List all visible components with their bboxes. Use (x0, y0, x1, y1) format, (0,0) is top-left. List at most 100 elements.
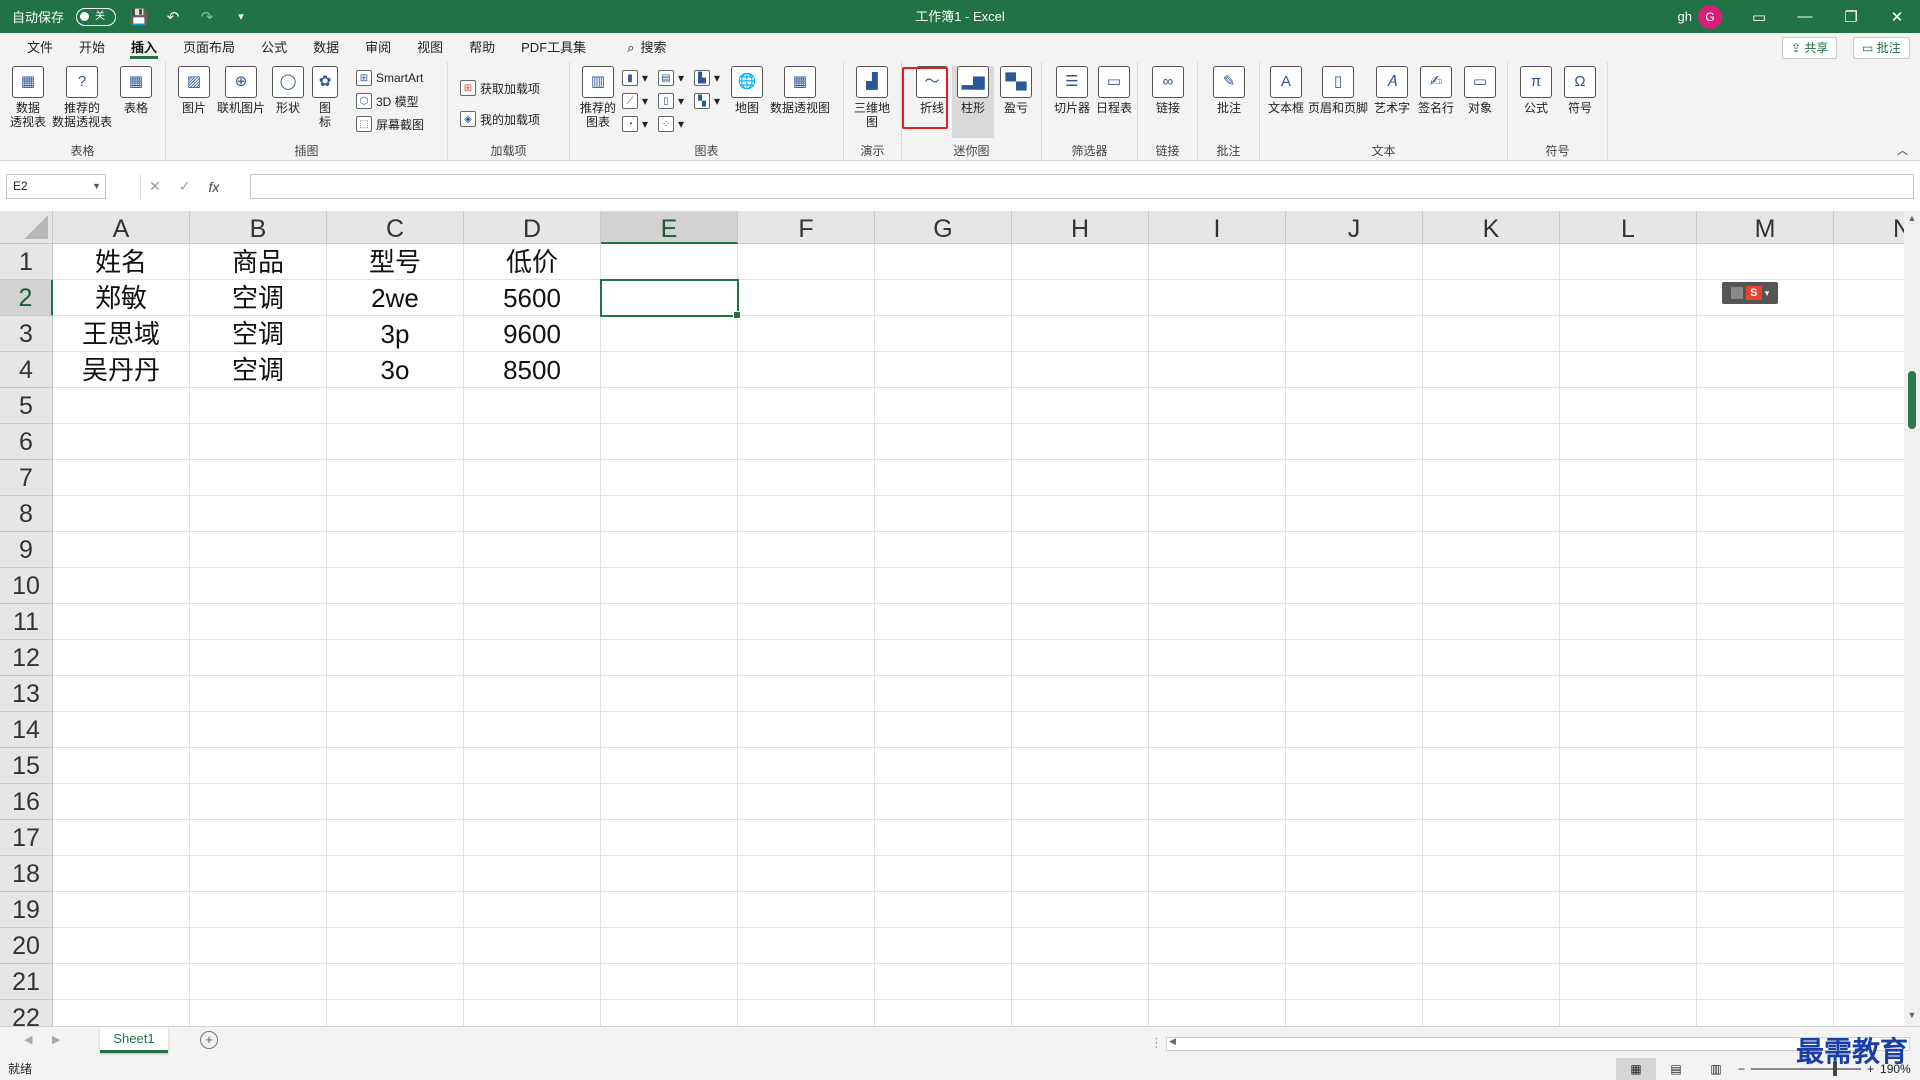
cell-e13[interactable] (601, 676, 738, 712)
column-header-l[interactable]: L (1560, 211, 1697, 244)
cell-m17[interactable] (1697, 820, 1834, 856)
name-box[interactable]: E2 ▼ (6, 174, 106, 199)
cell-i22[interactable] (1149, 1000, 1286, 1026)
cell-k3[interactable] (1423, 316, 1560, 352)
cell-a16[interactable] (53, 784, 190, 820)
cell-l12[interactable] (1560, 640, 1697, 676)
cell-l9[interactable] (1560, 532, 1697, 568)
cell-c15[interactable] (327, 748, 464, 784)
cell-b20[interactable] (190, 928, 327, 964)
cell-l14[interactable] (1560, 712, 1697, 748)
cell-l1[interactable] (1560, 244, 1697, 280)
column-header-c[interactable]: C (327, 211, 464, 244)
cell-h12[interactable] (1012, 640, 1149, 676)
avatar[interactable]: G (1698, 4, 1722, 29)
cell-h5[interactable] (1012, 388, 1149, 424)
cell-g12[interactable] (875, 640, 1012, 676)
3d-model-button[interactable]: ⬡ 3D 模型 (356, 91, 419, 111)
cell-i9[interactable] (1149, 532, 1286, 568)
cell-k19[interactable] (1423, 892, 1560, 928)
cell-f6[interactable] (738, 424, 875, 460)
cell-m14[interactable] (1697, 712, 1834, 748)
cancel-icon[interactable]: ✕ (149, 178, 161, 195)
row-header-10[interactable]: 10 (0, 568, 53, 604)
cell-c20[interactable] (327, 928, 464, 964)
cell-e6[interactable] (601, 424, 738, 460)
cell-e5[interactable] (601, 388, 738, 424)
formula-input[interactable] (250, 174, 1914, 199)
cell-g15[interactable] (875, 748, 1012, 784)
cell-i19[interactable] (1149, 892, 1286, 928)
cell-k21[interactable] (1423, 964, 1560, 1000)
cell-k5[interactable] (1423, 388, 1560, 424)
hierarchy-chart-button[interactable]: ▤ ▾ (658, 68, 684, 88)
row-header-7[interactable]: 7 (0, 460, 53, 496)
cell-m20[interactable] (1697, 928, 1834, 964)
tab-review[interactable]: 审阅 (352, 33, 404, 62)
cell-k18[interactable] (1423, 856, 1560, 892)
cell-f7[interactable] (738, 460, 875, 496)
cell-h19[interactable] (1012, 892, 1149, 928)
cell-k4[interactable] (1423, 352, 1560, 388)
object-button[interactable]: ▭ 对象 (1460, 66, 1500, 115)
cell-g18[interactable] (875, 856, 1012, 892)
cell-d17[interactable] (464, 820, 601, 856)
row-header-9[interactable]: 9 (0, 532, 53, 568)
save-icon[interactable]: 💾 (128, 6, 150, 28)
cell-m7[interactable] (1697, 460, 1834, 496)
cell-a1[interactable]: 姓名 (53, 244, 190, 280)
cell-c19[interactable] (327, 892, 464, 928)
cell-e7[interactable] (601, 460, 738, 496)
cell-m12[interactable] (1697, 640, 1834, 676)
row-header-15[interactable]: 15 (0, 748, 53, 784)
cell-m9[interactable] (1697, 532, 1834, 568)
cell-b3[interactable]: 空调 (190, 316, 327, 352)
cell-j18[interactable] (1286, 856, 1423, 892)
cell-d11[interactable] (464, 604, 601, 640)
cell-d4[interactable]: 8500 (464, 352, 601, 388)
row-header-1[interactable]: 1 (0, 244, 53, 280)
cell-k20[interactable] (1423, 928, 1560, 964)
column-header-f[interactable]: F (738, 211, 875, 244)
cell-l10[interactable] (1560, 568, 1697, 604)
cell-l11[interactable] (1560, 604, 1697, 640)
cell-e20[interactable] (601, 928, 738, 964)
cell-f3[interactable] (738, 316, 875, 352)
wordart-button[interactable]: 𝐴 艺术字 (1372, 66, 1412, 115)
enter-icon[interactable]: ✓ (179, 178, 191, 195)
cell-g21[interactable] (875, 964, 1012, 1000)
cell-a12[interactable] (53, 640, 190, 676)
cell-h16[interactable] (1012, 784, 1149, 820)
cell-d5[interactable] (464, 388, 601, 424)
cell-b7[interactable] (190, 460, 327, 496)
sparkline-column-button[interactable]: ▂▆ 柱形 (952, 66, 994, 138)
cell-h20[interactable] (1012, 928, 1149, 964)
cell-h7[interactable] (1012, 460, 1149, 496)
cell-m22[interactable] (1697, 1000, 1834, 1026)
row-header-4[interactable]: 4 (0, 352, 53, 388)
cell-k2[interactable] (1423, 280, 1560, 316)
prev-sheet-icon[interactable]: ◀ (24, 1033, 32, 1046)
cell-h3[interactable] (1012, 316, 1149, 352)
cell-l8[interactable] (1560, 496, 1697, 532)
cell-d8[interactable] (464, 496, 601, 532)
cell-j17[interactable] (1286, 820, 1423, 856)
cell-h9[interactable] (1012, 532, 1149, 568)
scroll-thumb[interactable] (1908, 371, 1916, 429)
cell-b12[interactable] (190, 640, 327, 676)
function-icon[interactable]: fx (208, 179, 219, 195)
cell-f20[interactable] (738, 928, 875, 964)
page-layout-view-icon[interactable]: ▤ (1656, 1058, 1696, 1080)
3d-map-button[interactable]: ▟ 三维地 图 (852, 66, 892, 129)
cell-f2[interactable] (738, 280, 875, 316)
cell-d7[interactable] (464, 460, 601, 496)
row-header-13[interactable]: 13 (0, 676, 53, 712)
cell-m6[interactable] (1697, 424, 1834, 460)
icons-button[interactable]: ✿ 图 标 (310, 66, 340, 129)
cell-f21[interactable] (738, 964, 875, 1000)
cell-c13[interactable] (327, 676, 464, 712)
cell-l2[interactable] (1560, 280, 1697, 316)
cell-e3[interactable] (601, 316, 738, 352)
cell-d10[interactable] (464, 568, 601, 604)
cell-h1[interactable] (1012, 244, 1149, 280)
